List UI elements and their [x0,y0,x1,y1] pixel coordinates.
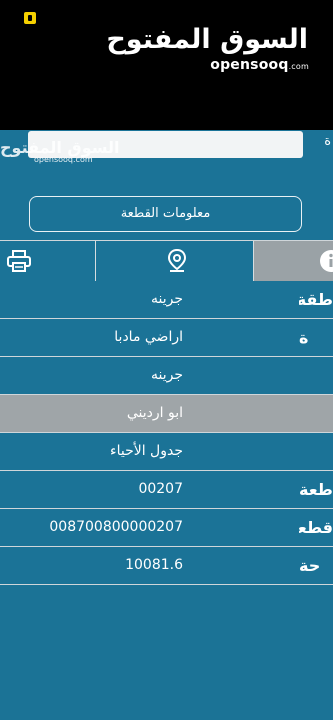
detail-row-highlighted: ابو ارديني [0,395,333,433]
printer-icon [7,250,31,272]
brand-logo-arabic: السوق المفتوح [106,24,308,55]
detail-value: 10081.6 [125,557,183,573]
info-icon [320,250,333,272]
detail-value: 008700800000207 [49,519,183,535]
page-header: السوق المفتوح opensooq.com ة معلومات الق… [0,130,333,240]
detail-value: جرينه [150,367,183,383]
detail-label: ة [299,328,309,347]
tab-print[interactable] [0,241,96,281]
detail-label: طعة [299,480,333,499]
detail-row: 008700800000207 قطعة [0,509,333,547]
detail-row: جرينه طقة [0,281,333,319]
detail-row: اراضي مادبا ة [0,319,333,357]
detail-value: اراضي مادبا [114,329,183,345]
back-icon[interactable]: ة [324,134,331,149]
detail-row: 00207 طعة [0,471,333,509]
plot-info-button[interactable]: معلومات القطعة [29,196,302,232]
brand-logo-english: opensooq.com [210,57,309,73]
detail-row: 10081.6 حة [0,547,333,585]
detail-value: جدول الأحياء [110,443,183,459]
app-badge-icon [24,12,36,24]
tab-info[interactable] [254,241,333,281]
detail-value: جرينه [150,291,183,307]
detail-label: قطعة [299,518,333,537]
detail-row: جدول الأحياء [0,433,333,471]
detail-value: 00207 [138,481,183,497]
detail-row: جرينه [0,357,333,395]
detail-value: ابو ارديني [126,405,183,421]
map-pin-icon [167,249,187,272]
watermark-english: opensooq.com [34,155,93,164]
detail-label: حة [299,556,321,575]
plot-details-list: جرينه طقة اراضي مادبا ة جرينه ابو ارديني… [0,281,333,585]
tab-location[interactable] [96,241,254,281]
tab-bar [0,240,333,282]
app-screen: السوق المفتوح opensooq.com ة معلومات الق… [0,130,333,720]
detail-label: طقة [299,290,333,309]
status-bar: السوق المفتوح opensooq.com [0,0,333,130]
